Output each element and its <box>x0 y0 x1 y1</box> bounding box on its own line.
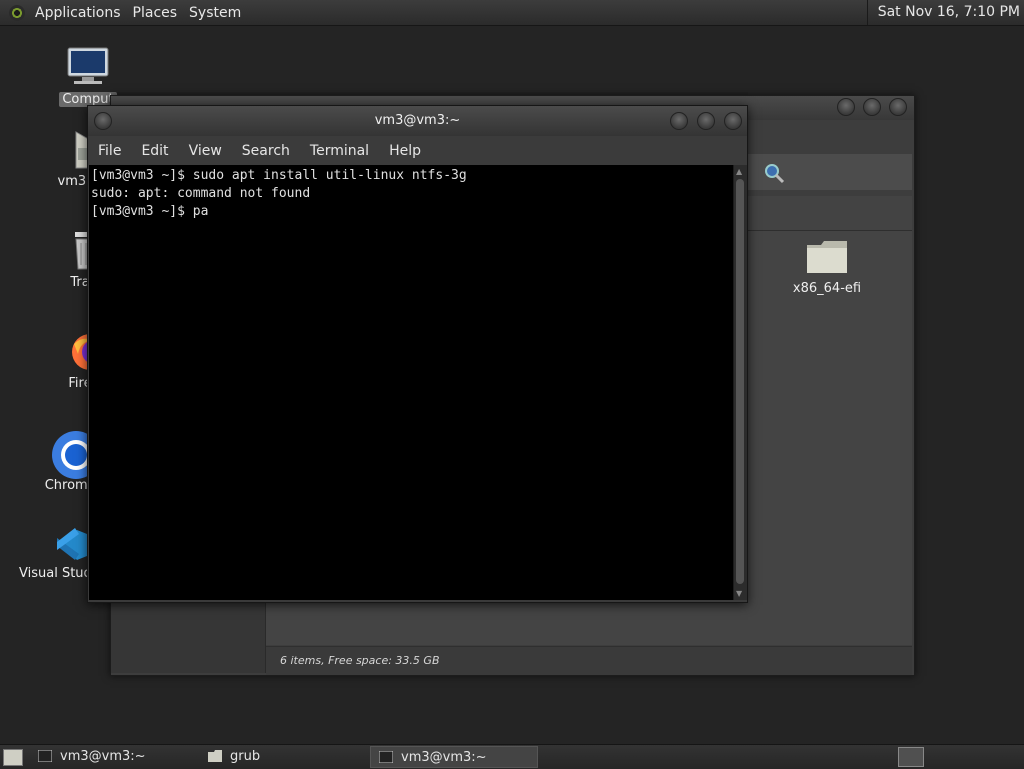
terminal-scrollbar[interactable]: ▲ ▼ <box>733 165 747 600</box>
taskbar-item-terminal-active[interactable]: vm3@vm3:~ <box>370 746 538 768</box>
folder-label: x86_64-efi <box>792 281 862 296</box>
minimize-button[interactable] <box>670 112 688 130</box>
close-button[interactable] <box>889 98 907 116</box>
menu-file[interactable]: File <box>88 143 131 159</box>
folder-icon <box>807 241 847 273</box>
terminal-icon <box>379 751 393 763</box>
search-icon[interactable] <box>763 162 785 184</box>
terminal-screen[interactable]: [vm3@vm3 ~]$ sudo apt install util-linux… <box>89 165 733 600</box>
maximize-button[interactable] <box>863 98 881 116</box>
menu-edit[interactable]: Edit <box>131 143 178 159</box>
status-text: 6 items, Free space: 33.5 GB <box>280 654 440 667</box>
minimize-button[interactable] <box>837 98 855 116</box>
menu-places[interactable]: Places <box>127 5 184 21</box>
scroll-down-icon[interactable]: ▼ <box>736 589 745 598</box>
menu-terminal[interactable]: Terminal <box>300 143 379 159</box>
terminal-window[interactable]: vm3@vm3:~ File Edit View Search Terminal… <box>87 105 748 603</box>
terminal-line: [vm3@vm3 ~]$ sudo apt install util-linux… <box>91 168 467 183</box>
status-bar: 6 items, Free space: 33.5 GB <box>266 646 912 675</box>
taskbar-item-terminal[interactable]: vm3@vm3:~ <box>30 746 200 768</box>
taskbar-item-label: grub <box>230 749 261 764</box>
menu-system[interactable]: System <box>183 5 247 21</box>
menu-help[interactable]: Help <box>379 143 431 159</box>
taskbar-item-grub[interactable]: grub <box>200 746 368 768</box>
close-button[interactable] <box>724 112 742 130</box>
show-desktop-icon[interactable] <box>3 749 23 766</box>
menu-search[interactable]: Search <box>232 143 300 159</box>
bottom-panel: vm3@vm3:~ grub vm3@vm3:~ <box>0 744 1024 769</box>
folder-icon <box>208 750 222 762</box>
terminal-line: [vm3@vm3 ~]$ pa <box>91 204 209 219</box>
vscode-icon <box>57 528 87 560</box>
workspace-switcher[interactable] <box>898 747 924 767</box>
top-panel: Applications Places System Sat Nov 16, 7… <box>0 0 1024 26</box>
folder-item[interactable]: x86_64-efi <box>782 237 872 296</box>
terminal-line: sudo: apt: command not found <box>91 186 311 201</box>
terminal-icon <box>38 750 52 762</box>
distro-logo-icon[interactable] <box>9 4 25 21</box>
maximize-button[interactable] <box>697 112 715 130</box>
clock[interactable]: Sat Nov 16, 7:10 PM <box>866 0 1020 25</box>
scroll-up-icon[interactable]: ▲ <box>736 167 745 176</box>
window-menu-button[interactable] <box>94 112 112 130</box>
computer-icon <box>67 47 109 84</box>
terminal-titlebar[interactable]: vm3@vm3:~ <box>88 106 747 136</box>
scrollbar-thumb[interactable] <box>736 179 744 584</box>
taskbar-item-label: vm3@vm3:~ <box>401 750 487 765</box>
terminal-menubar: File Edit View Search Terminal Help <box>88 136 747 165</box>
window-title: vm3@vm3:~ <box>374 113 461 128</box>
taskbar-item-label: vm3@vm3:~ <box>60 749 146 764</box>
menu-applications[interactable]: Applications <box>29 5 127 21</box>
chromium-icon <box>52 431 100 479</box>
menu-view[interactable]: View <box>179 143 232 159</box>
desktop-icon-vscode[interactable]: Visual Studi <box>16 522 96 585</box>
